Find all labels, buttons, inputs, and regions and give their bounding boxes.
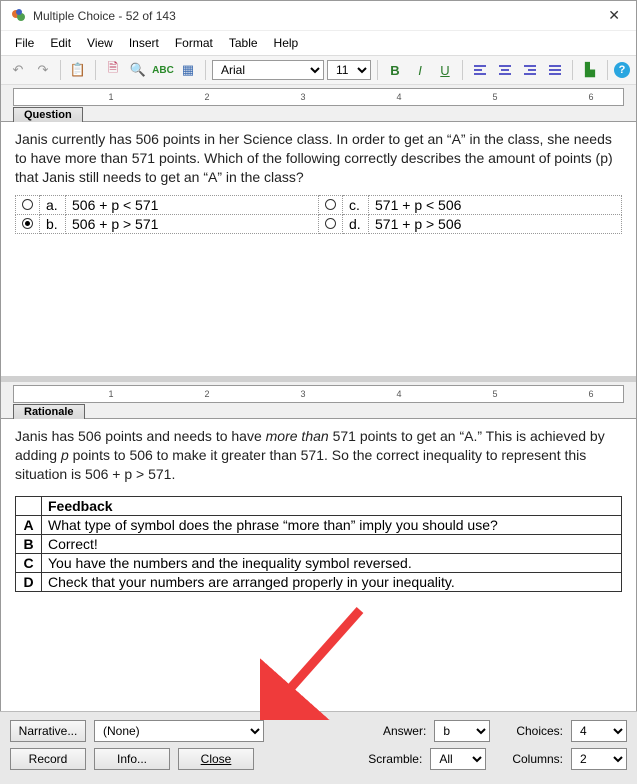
narrative-button[interactable]: Narrative... [10,720,86,742]
columns-select[interactable]: 2 [571,748,627,770]
table-row: BCorrect! [16,534,622,553]
italic-icon[interactable]: I [409,59,431,81]
find-icon[interactable]: 🔍 [127,59,149,81]
menu-view[interactable]: View [79,33,121,53]
narrative-select[interactable]: (None) [94,720,264,742]
bottom-panel: Narrative... (None) Answer: b Choices: 4… [0,711,637,784]
option-letter: c. [343,195,369,214]
option-letter: a. [40,195,66,214]
feedback-text[interactable]: Check that your numbers are arranged pro… [42,572,622,591]
menubar: File Edit View Insert Format Table Help [1,31,636,55]
radio-a[interactable] [22,199,33,210]
menu-file[interactable]: File [7,33,42,53]
undo-icon[interactable]: ↶ [7,59,29,81]
table-row: AWhat type of symbol does the phrase “mo… [16,515,622,534]
close-button[interactable]: Close [178,748,254,770]
radio-d[interactable] [325,218,336,229]
ruler-area-rationale: 123456 Rationale [1,382,636,419]
separator [95,60,96,80]
rationale-text[interactable]: Janis has 506 points and needs to have m… [15,427,622,484]
color-icon[interactable]: ▙ [579,59,601,81]
answer-select[interactable]: b [434,720,490,742]
option-text[interactable]: 571 + p > 506 [369,214,622,233]
font-name-select[interactable]: Arial [212,60,324,80]
align-center-icon[interactable] [494,59,516,81]
close-icon[interactable]: ✕ [602,7,626,24]
menu-edit[interactable]: Edit [42,33,79,53]
separator [572,60,573,80]
menu-help[interactable]: Help [266,33,307,53]
separator [60,60,61,80]
scramble-select[interactable]: All [430,748,486,770]
app-icon [11,8,27,24]
option-text[interactable]: 571 + p < 506 [369,195,622,214]
info-button[interactable]: Info... [94,748,170,770]
underline-icon[interactable]: U [434,59,456,81]
option-letter: b. [40,214,66,233]
feedback-table: Feedback AWhat type of symbol does the p… [15,496,622,592]
font-size-select[interactable]: 11 [327,60,371,80]
option-letter: d. [343,214,369,233]
question-text[interactable]: Janis currently has 506 points in her Sc… [15,130,622,187]
menu-format[interactable]: Format [167,33,221,53]
table-row: DCheck that your numbers are arranged pr… [16,572,622,591]
option-text[interactable]: 506 + p < 571 [66,195,319,214]
tab-rationale[interactable]: Rationale [13,404,85,419]
grid-icon[interactable]: ▦ [177,59,199,81]
separator [607,60,608,80]
align-justify-icon[interactable] [544,59,566,81]
separator [205,60,206,80]
bold-icon[interactable]: B [384,59,406,81]
help-icon[interactable]: ? [614,62,630,78]
rationale-pane: Janis has 506 points and needs to have m… [1,419,636,679]
toolbar: ↶ ↷ 📋 🗎 🔍 ABC ▦ Arial 11 B I U ▙ ? [1,55,636,85]
separator [462,60,463,80]
columns-label: Columns: [512,752,563,766]
align-right-icon[interactable] [519,59,541,81]
choices-label: Choices: [516,724,563,738]
menu-insert[interactable]: Insert [121,33,167,53]
window-title: Multiple Choice - 52 of 143 [33,9,602,23]
feedback-text[interactable]: What type of symbol does the phrase “mor… [42,515,622,534]
question-pane: Janis currently has 506 points in her Sc… [1,122,636,382]
options-table: a. 506 + p < 571 c. 571 + p < 506 b. 506… [15,195,622,234]
radio-b[interactable] [22,218,33,229]
option-text[interactable]: 506 + p > 571 [66,214,319,233]
feedback-text[interactable]: You have the numbers and the inequality … [42,553,622,572]
align-left-icon[interactable] [469,59,491,81]
scramble-label: Scramble: [368,752,422,766]
table-row: CYou have the numbers and the inequality… [16,553,622,572]
separator [377,60,378,80]
menu-table[interactable]: Table [221,33,266,53]
tab-question[interactable]: Question [13,107,83,122]
titlebar: Multiple Choice - 52 of 143 ✕ [1,1,636,31]
table-row: b. 506 + p > 571 d. 571 + p > 506 [16,214,622,233]
ruler-top: 123456 [13,88,624,106]
ruler-area-question: 123456 Question [1,85,636,122]
radio-c[interactable] [325,199,336,210]
choices-select[interactable]: 4 [571,720,627,742]
record-button[interactable]: Record [10,748,86,770]
spellcheck-icon[interactable]: ABC [152,59,174,81]
print-icon[interactable]: 🗎 [102,59,124,81]
feedback-text[interactable]: Correct! [42,534,622,553]
ruler-bottom: 123456 [13,385,624,403]
paste-icon[interactable]: 📋 [67,59,89,81]
redo-icon[interactable]: ↷ [32,59,54,81]
answer-label: Answer: [383,724,426,738]
table-row: a. 506 + p < 571 c. 571 + p < 506 [16,195,622,214]
feedback-header: Feedback [42,496,622,515]
